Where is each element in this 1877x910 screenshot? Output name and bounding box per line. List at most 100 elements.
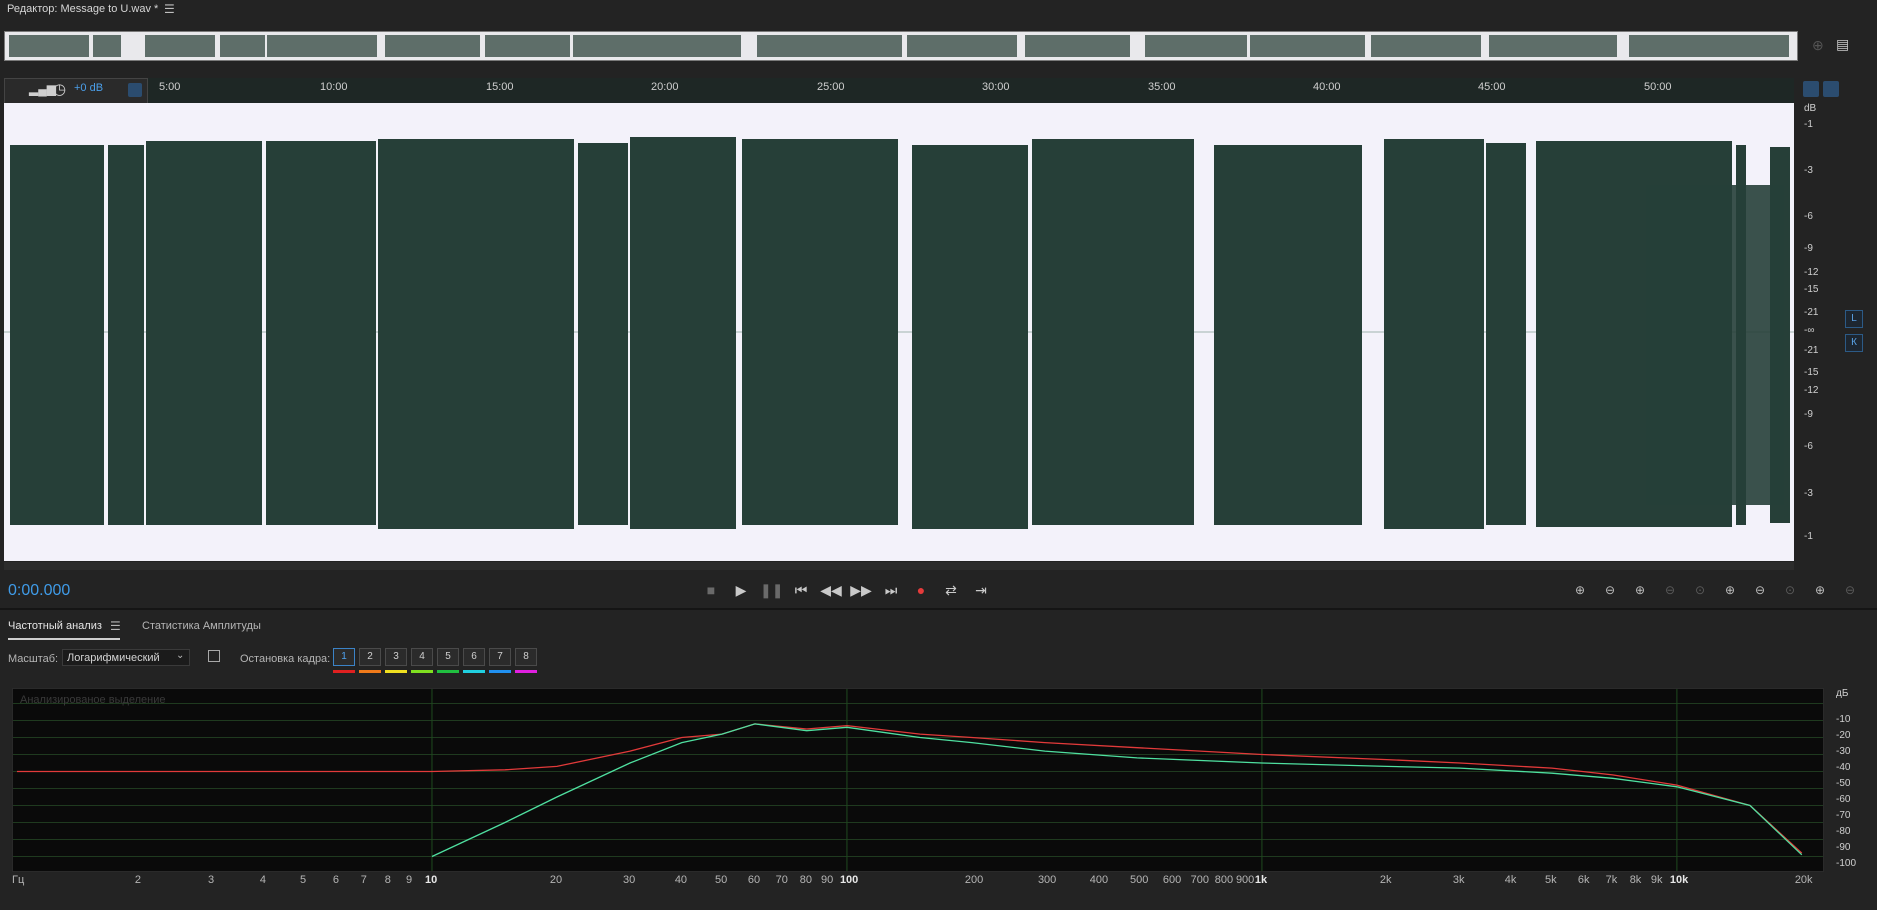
ruler-tick: 25:00 (817, 81, 845, 93)
channel-left-toggle[interactable]: L (1845, 310, 1863, 328)
frequency-spectrum-plot[interactable] (12, 688, 1824, 872)
frame-button-3[interactable]: 3 (385, 648, 407, 666)
volume-knob-icon[interactable]: ◷ (53, 80, 66, 98)
spectrum-db-tick: -30 (1836, 746, 1851, 757)
zoom-out-time-icon[interactable]: ⊖ (1658, 580, 1682, 600)
frame-button-2[interactable]: 2 (359, 648, 381, 666)
loop-icon[interactable]: ⇄ (940, 580, 962, 600)
frequency-tick: 600 (1162, 874, 1182, 886)
record-icon[interactable]: ● (910, 580, 932, 600)
hamburger-icon[interactable]: ☰ (164, 2, 175, 16)
frequency-tick: 4 (259, 874, 266, 886)
frequency-axis: Гц 2 3 4 5 6 7 8 9 10 20 30 40 50 60 70 80 90 100 200 300 400… (12, 872, 1822, 892)
frame-button-6[interactable]: 6 (463, 648, 485, 666)
ruler-tick: 15:00 (486, 81, 514, 93)
editor-title: Редактор: Message to U.wav * (7, 3, 159, 15)
marker-icon[interactable] (1823, 81, 1839, 97)
zoom-full-icon[interactable]: ⊖ (1838, 580, 1862, 600)
active-tab-indicator (8, 638, 120, 640)
frequency-tick: 10k (1669, 874, 1689, 886)
frequency-tick: 20 (549, 874, 563, 886)
go-to-start-icon[interactable]: ⏮ (790, 580, 812, 600)
panel-layout-icon[interactable]: ▤ (1836, 36, 1849, 53)
gain-value: +0 dB (74, 82, 104, 94)
zoom-reset-icon[interactable]: ⊙ (1778, 580, 1802, 600)
ruler-tick: 20:00 (651, 81, 679, 93)
db-tick: -∞ (1804, 325, 1815, 336)
spectrum-chart (13, 689, 1823, 871)
frequency-tick: 8k (1629, 874, 1642, 886)
copy-icon[interactable] (208, 650, 220, 662)
zoom-out-full-icon[interactable]: ⊖ (1748, 580, 1772, 600)
time-ruler[interactable]: 5:00 10:00 15:00 20:00 25:00 30:00 35:00… (4, 78, 1794, 104)
frame-button-5[interactable]: 5 (437, 648, 459, 666)
db-tick: -6 (1804, 441, 1813, 452)
frame-color-1 (333, 670, 355, 673)
frequency-tick: 8 (384, 874, 391, 886)
rewind-icon[interactable]: ◀◀ (820, 580, 842, 600)
zoom-fit-icon[interactable]: ⊕ (1808, 580, 1832, 600)
panel-divider (0, 608, 1877, 610)
chevron-down-icon: ⌄ (176, 650, 185, 661)
pause-icon[interactable]: ❚❚ (760, 580, 783, 600)
frequency-tick: 6 (332, 874, 340, 886)
pin-hud-icon[interactable] (128, 83, 142, 97)
channel-right-toggle[interactable]: К (1845, 334, 1863, 352)
fast-forward-icon[interactable]: ▶▶ (850, 580, 872, 600)
monitor-icon[interactable] (1803, 81, 1819, 97)
frequency-tick: 200 (964, 874, 984, 886)
frequency-tick: 9k (1650, 874, 1663, 886)
frame-color-4 (411, 670, 433, 673)
zoom-in-time-icon[interactable]: ⊕ (1628, 580, 1652, 600)
stop-icon[interactable]: ■ (700, 580, 722, 600)
db-tick: -12 (1804, 267, 1819, 278)
waveform-display[interactable] (4, 103, 1794, 561)
spectrum-db-tick: -80 (1836, 826, 1851, 837)
waveform-overview[interactable] (4, 31, 1798, 61)
db-scale: dB -1 -3 -6 -9 -12 -15 -21 -∞ -21 -15 -1… (1796, 103, 1846, 563)
spectrum-db-tick: -50 (1836, 778, 1851, 789)
horizontal-scrollbar[interactable] (4, 562, 1794, 570)
zoom-in-amplitude-icon[interactable]: ⊕ (1568, 580, 1592, 600)
go-to-end-icon[interactable]: ⏭ (880, 580, 902, 600)
db-tick: -12 (1804, 385, 1819, 396)
editor-title-bar (0, 0, 1877, 22)
zoom-in-point-icon[interactable]: ⊕ (1718, 580, 1742, 600)
spectrum-db-tick: -60 (1836, 794, 1851, 805)
play-icon[interactable]: ▶ (730, 580, 752, 600)
frequency-tick: 10 (424, 874, 438, 886)
frame-color-8 (515, 670, 537, 673)
scale-label: Масштаб: (8, 653, 59, 665)
db-tick: -9 (1804, 409, 1813, 420)
skip-selection-icon[interactable]: ⇥ (970, 580, 992, 600)
frequency-tick: 20k (1794, 874, 1813, 886)
panel-menu-icon[interactable]: ☰ (110, 619, 121, 633)
frame-button-7[interactable]: 7 (489, 648, 511, 666)
spectrum-db-tick: -40 (1836, 762, 1851, 773)
frequency-tick: 400 (1089, 874, 1109, 886)
tab-amplitude-statistics[interactable]: Статистика Амплитуды (142, 620, 261, 632)
ruler-tick: 45:00 (1478, 81, 1506, 93)
waveform-graphic (4, 137, 1794, 529)
frequency-tick: 80 (799, 874, 812, 886)
current-time[interactable]: 0:00.000 (8, 582, 70, 600)
frequency-tick: 30 (622, 874, 636, 886)
frequency-tick: 2k (1379, 874, 1392, 886)
frame-button-8[interactable]: 8 (515, 648, 537, 666)
frequency-tick: 40 (674, 874, 688, 886)
frame-button-1[interactable]: 1 (333, 648, 355, 666)
scale-select[interactable]: Логарифмический (62, 649, 190, 666)
zoom-selection-icon[interactable]: ⊙ (1688, 580, 1712, 600)
frame-button-4[interactable]: 4 (411, 648, 433, 666)
zoom-to-selection-icon[interactable]: ⊕ (1812, 37, 1824, 54)
db-tick: -21 (1804, 307, 1819, 318)
frequency-tick: 9 (405, 874, 413, 886)
frequency-tick: 700 (1190, 874, 1209, 886)
tab-frequency-analysis[interactable]: Частотный анализ (8, 620, 102, 632)
spectrum-db-tick: -20 (1836, 730, 1851, 741)
frequency-tick: 800 (1214, 874, 1234, 886)
frame-color-5 (437, 670, 459, 673)
frequency-tick: 900 (1235, 874, 1255, 886)
zoom-out-amplitude-icon[interactable]: ⊖ (1598, 580, 1622, 600)
ruler-tick: 35:00 (1148, 81, 1176, 93)
